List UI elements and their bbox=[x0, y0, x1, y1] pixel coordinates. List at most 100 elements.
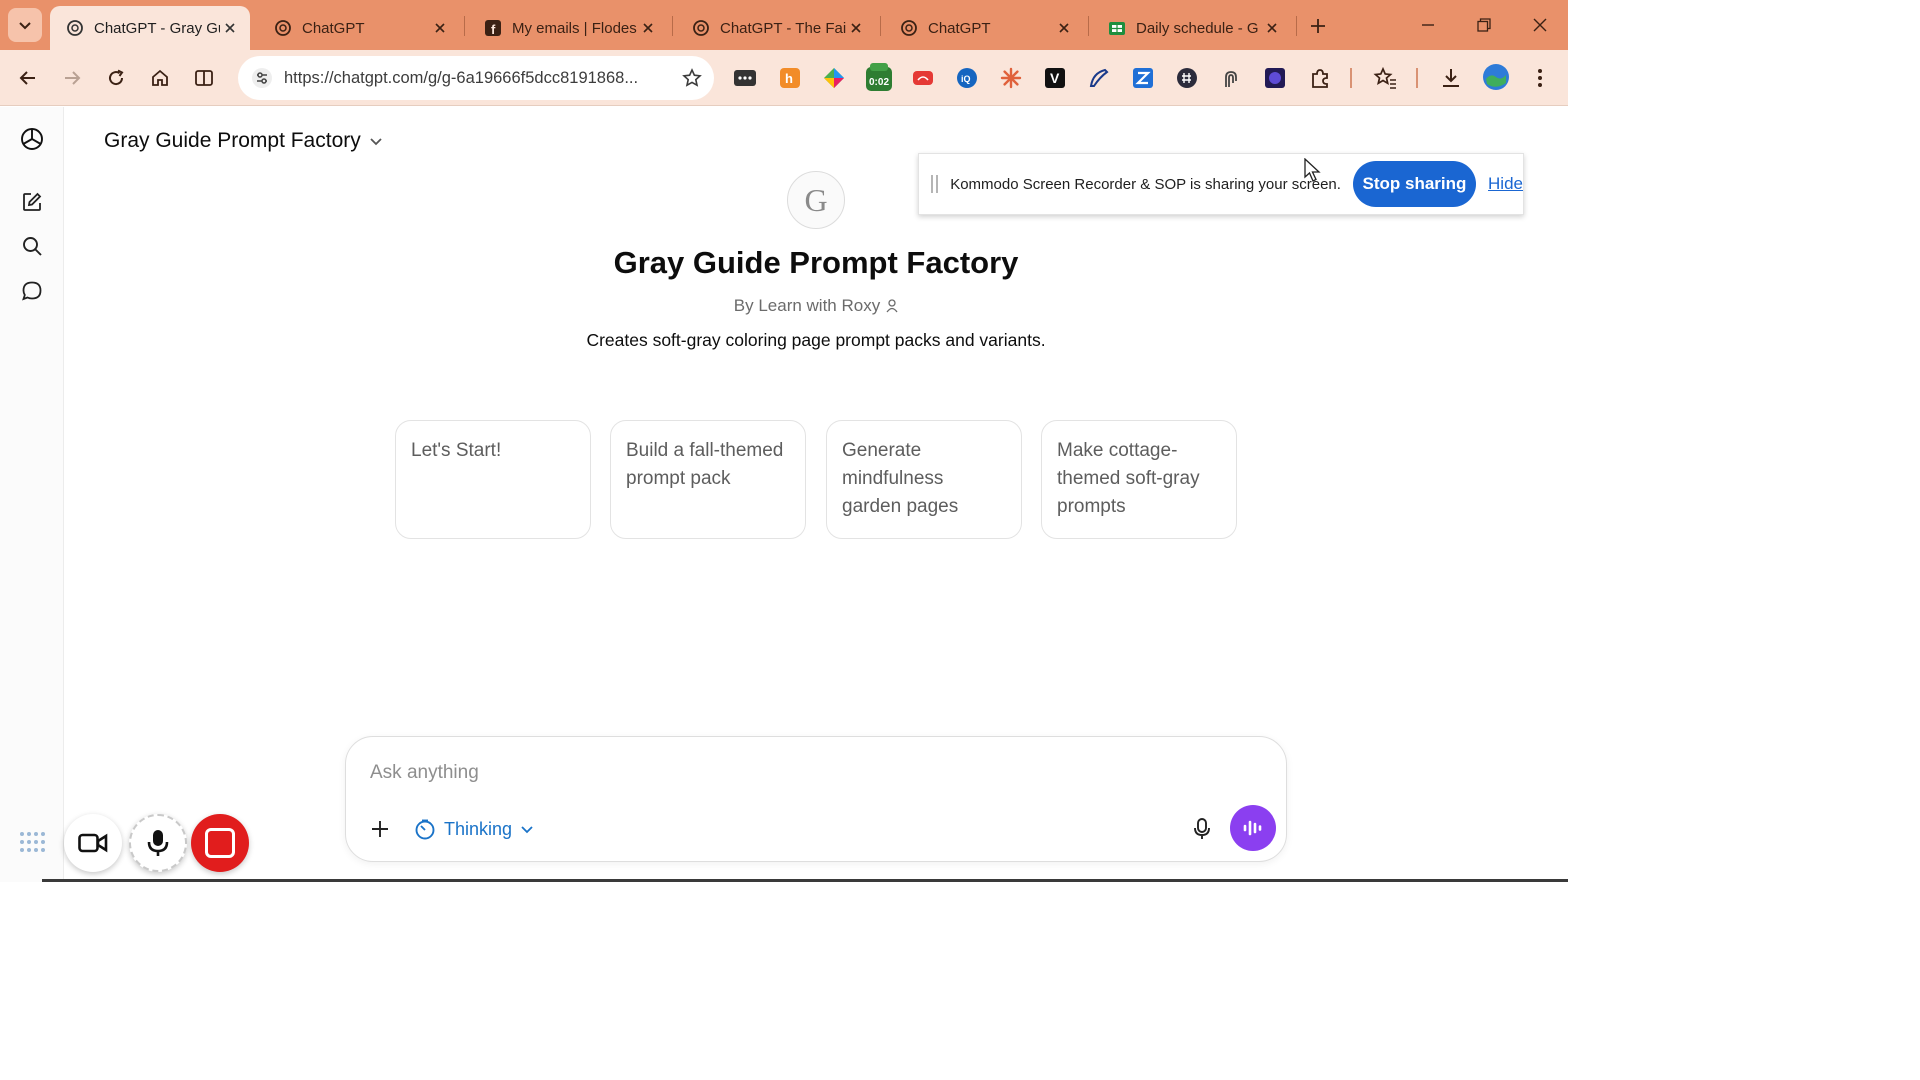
close-icon[interactable] bbox=[430, 18, 450, 38]
extension-dark-circle-icon[interactable] bbox=[1175, 66, 1199, 90]
chatgpt-icon bbox=[900, 19, 918, 37]
close-icon[interactable] bbox=[1262, 18, 1282, 38]
bookmarks-star-icon[interactable] bbox=[1373, 66, 1397, 90]
home-button[interactable] bbox=[142, 60, 178, 96]
extension-pen-icon[interactable] bbox=[1087, 66, 1111, 90]
browser-tab-6[interactable]: Daily schedule - G bbox=[1092, 6, 1292, 50]
restore-button[interactable] bbox=[1464, 10, 1504, 40]
toolbar-separator bbox=[1350, 68, 1352, 88]
microphone-icon bbox=[1194, 818, 1210, 839]
plus-icon bbox=[1311, 19, 1325, 33]
chevron-down-icon bbox=[521, 826, 533, 834]
extension-hand-icon[interactable] bbox=[1219, 66, 1243, 90]
reload-button[interactable] bbox=[98, 60, 134, 96]
restore-icon bbox=[1477, 18, 1491, 32]
drag-handle-icon[interactable] bbox=[931, 175, 942, 193]
tab-title: ChatGPT bbox=[302, 19, 365, 37]
extension-color-diamond-icon[interactable] bbox=[822, 66, 846, 90]
tab-title: ChatGPT - The Fait bbox=[720, 19, 846, 37]
toolbar-separator bbox=[1416, 68, 1418, 88]
search-icon bbox=[23, 237, 42, 256]
facebook-icon: f bbox=[484, 19, 502, 37]
tab-title: ChatGPT bbox=[928, 19, 991, 37]
tab-separator bbox=[1088, 16, 1089, 36]
home-icon bbox=[152, 69, 168, 86]
tab-search-button[interactable] bbox=[8, 8, 42, 42]
bookmark-star-icon[interactable] bbox=[670, 56, 714, 100]
svg-text:h: h bbox=[785, 71, 793, 86]
chevron-down-icon bbox=[19, 22, 31, 30]
stop-sharing-button[interactable]: Stop sharing bbox=[1352, 161, 1477, 207]
extension-timer-icon[interactable]: 0:02 bbox=[864, 63, 894, 93]
profile-avatar[interactable] bbox=[1482, 63, 1510, 91]
conversation-starter[interactable]: Make cottage-themed soft-gray prompts bbox=[1041, 420, 1237, 539]
browser-menu-icon[interactable] bbox=[1528, 66, 1552, 90]
tab-title: Daily schedule - G bbox=[1136, 19, 1259, 37]
recorder-camera-button[interactable] bbox=[64, 814, 122, 872]
tab-separator bbox=[672, 16, 673, 36]
download-icon[interactable] bbox=[1439, 66, 1463, 90]
search-chats-button[interactable] bbox=[14, 228, 50, 264]
browser-tab-4[interactable]: ChatGPT - The Fait bbox=[676, 6, 876, 50]
conversation-starter[interactable]: Generate mindfulness garden pages bbox=[826, 420, 1022, 539]
extension-purple-icon[interactable] bbox=[1263, 66, 1287, 90]
thinking-mode-selector[interactable]: Thinking bbox=[408, 811, 540, 847]
dictate-button[interactable] bbox=[1184, 811, 1220, 847]
svg-text:iQ: iQ bbox=[961, 74, 971, 84]
close-icon[interactable] bbox=[1054, 18, 1074, 38]
arrow-left-icon bbox=[19, 71, 35, 85]
close-icon bbox=[1533, 18, 1547, 32]
add-attachment-button[interactable] bbox=[364, 813, 396, 845]
close-icon[interactable] bbox=[638, 18, 658, 38]
back-button[interactable] bbox=[10, 60, 46, 96]
mouse-cursor-icon bbox=[1304, 158, 1321, 182]
extension-z-icon[interactable] bbox=[1131, 66, 1155, 90]
prompt-input[interactable] bbox=[370, 757, 1250, 789]
new-chat-button[interactable] bbox=[14, 184, 50, 220]
share-banner-text: Kommodo Screen Recorder & SOP is sharing… bbox=[950, 175, 1341, 193]
close-window-button[interactable] bbox=[1520, 10, 1560, 40]
tab-separator bbox=[1296, 16, 1297, 36]
sheets-icon bbox=[1108, 19, 1126, 37]
chatgpt-icon bbox=[66, 19, 84, 37]
address-bar[interactable]: https://chatgpt.com/g/g-6a19666f5dcc8191… bbox=[238, 56, 714, 100]
gpt-description: Creates soft-gray coloring page prompt p… bbox=[586, 330, 1046, 350]
new-tab-button[interactable] bbox=[1304, 12, 1332, 40]
site-settings-icon[interactable] bbox=[242, 56, 282, 100]
recorder-stop-button[interactable] bbox=[191, 814, 249, 872]
recorder-mic-button[interactable] bbox=[129, 814, 187, 872]
extension-orange-icon[interactable]: h bbox=[778, 66, 802, 90]
message-composer: Thinking bbox=[345, 736, 1287, 862]
extension-red-icon[interactable] bbox=[911, 66, 935, 90]
chats-button[interactable] bbox=[14, 273, 50, 309]
browser-tab-3[interactable]: f My emails | Flodes bbox=[468, 6, 668, 50]
browser-tab-2[interactable]: ChatGPT bbox=[258, 6, 460, 50]
conversation-starter[interactable]: Let's Start! bbox=[395, 420, 591, 539]
split-view-button[interactable] bbox=[186, 60, 222, 96]
browser-tab-1[interactable]: ChatGPT - Gray Gu bbox=[50, 6, 250, 50]
stop-square-icon bbox=[205, 828, 235, 858]
model-selector[interactable]: Gray Guide Prompt Factory bbox=[104, 126, 383, 156]
extensions-puzzle-icon[interactable] bbox=[1308, 66, 1332, 90]
forward-button[interactable] bbox=[54, 60, 90, 96]
browser-tab-5[interactable]: ChatGPT bbox=[884, 6, 1084, 50]
timer-icon bbox=[415, 819, 435, 840]
browser-tab-bar: ChatGPT - Gray Gu ChatGPT f My emails | … bbox=[0, 0, 1568, 50]
url-text[interactable]: https://chatgpt.com/g/g-6a19666f5dcc8191… bbox=[284, 69, 670, 88]
chatgpt-icon bbox=[274, 19, 292, 37]
recorder-grid-icon[interactable] bbox=[18, 830, 50, 854]
gpt-author[interactable]: By Learn with Roxy bbox=[416, 296, 1216, 316]
openai-logo-button[interactable] bbox=[14, 121, 50, 157]
edit-icon bbox=[23, 192, 42, 211]
close-icon[interactable] bbox=[220, 18, 240, 38]
conversation-starter[interactable]: Build a fall-themed prompt pack bbox=[610, 420, 806, 539]
extension-blue-circle-icon[interactable]: iQ bbox=[955, 66, 979, 90]
close-icon[interactable] bbox=[846, 18, 866, 38]
chat-bubble-icon bbox=[22, 281, 42, 301]
extension-vimeo-icon[interactable]: V bbox=[1043, 66, 1067, 90]
extension-password-icon[interactable] bbox=[733, 66, 757, 90]
minimize-button[interactable] bbox=[1408, 10, 1448, 40]
extension-spark-icon[interactable] bbox=[999, 66, 1023, 90]
voice-mode-button[interactable] bbox=[1230, 805, 1276, 851]
hide-banner-link[interactable]: Hide bbox=[1488, 174, 1523, 194]
